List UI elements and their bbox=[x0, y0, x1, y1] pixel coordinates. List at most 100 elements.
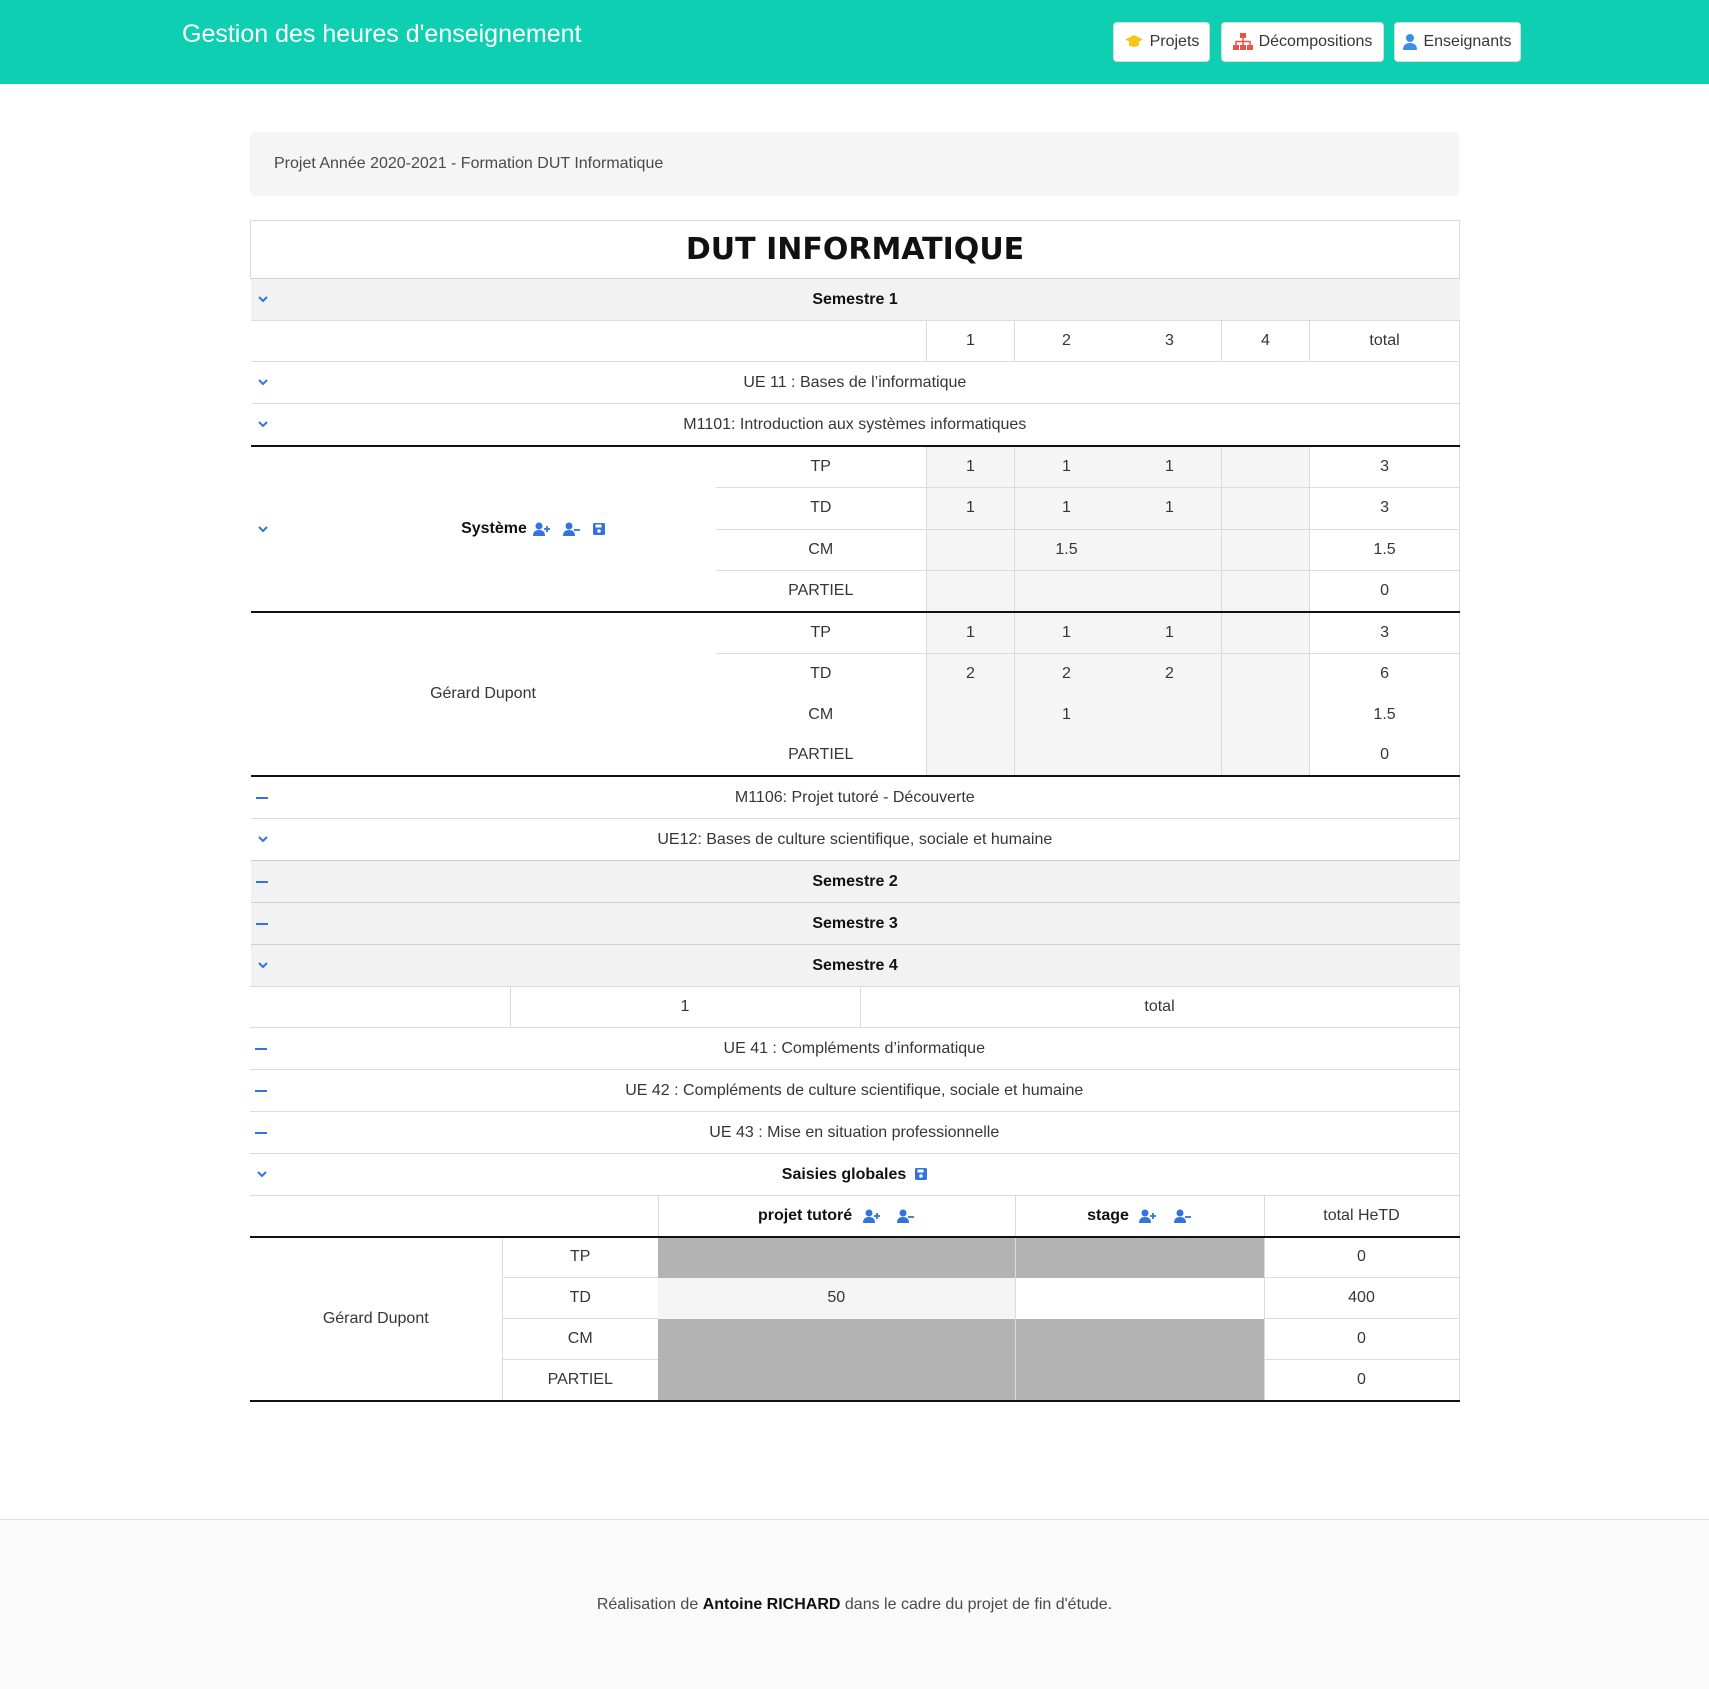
hours-cell[interactable] bbox=[1221, 652, 1310, 694]
chevron-down-icon[interactable] bbox=[256, 293, 270, 307]
chevron-down-icon[interactable] bbox=[256, 376, 270, 390]
collapse-minus-icon[interactable] bbox=[255, 1131, 267, 1134]
enseignant-name: Gérard Dupont bbox=[250, 1236, 503, 1402]
hours-cell[interactable]: 2 bbox=[1015, 665, 1118, 683]
chevron-down-icon[interactable] bbox=[256, 833, 270, 847]
type-label: TP bbox=[502, 1236, 658, 1278]
hours-cell[interactable] bbox=[926, 570, 1015, 613]
column-header: 4 bbox=[1221, 320, 1310, 362]
total-hetd-header: total HeTD bbox=[1263, 1195, 1460, 1238]
user-plus-icon[interactable] bbox=[862, 1209, 881, 1223]
hours-cell[interactable] bbox=[1221, 694, 1310, 735]
hours-cell[interactable]: 1 bbox=[1015, 706, 1118, 724]
type-label: PARTIEL bbox=[715, 570, 927, 613]
type-label: PARTIEL bbox=[715, 735, 927, 777]
app-title[interactable]: Gestion des heures d'enseignement bbox=[182, 20, 581, 49]
hours-cell[interactable] bbox=[1118, 706, 1221, 724]
hours-cell[interactable]: 1 bbox=[926, 487, 1015, 529]
ue-row: UE 42 : Compléments de culture scientifi… bbox=[250, 1069, 1460, 1112]
semestre-row: Semestre 2 bbox=[250, 860, 1460, 903]
hours-cell bbox=[658, 1318, 1016, 1360]
user-plus-icon[interactable] bbox=[532, 522, 551, 536]
hours-cell[interactable] bbox=[1221, 570, 1310, 613]
total-cell: 0 bbox=[1263, 1359, 1460, 1402]
column-header: 1 bbox=[926, 320, 1015, 362]
user-plus-icon[interactable] bbox=[1139, 1209, 1157, 1223]
hours-cell[interactable] bbox=[1221, 735, 1310, 777]
hours-cell[interactable] bbox=[1221, 612, 1310, 653]
collapse-minus-icon[interactable] bbox=[255, 880, 268, 883]
column-header: 1 bbox=[509, 986, 861, 1028]
hours-cell[interactable]: 1 bbox=[1118, 624, 1221, 642]
user-minus-icon[interactable] bbox=[897, 1209, 915, 1223]
nav-enseignants-button[interactable]: Enseignants bbox=[1394, 22, 1521, 62]
module-m1106-label: M1106: Projet tutoré - Découverte bbox=[734, 789, 975, 806]
collapse-minus-icon[interactable] bbox=[255, 1047, 267, 1050]
save-icon[interactable] bbox=[914, 1168, 927, 1180]
save-icon[interactable] bbox=[592, 523, 605, 535]
hours-cell[interactable]: 1 bbox=[1015, 499, 1118, 517]
hours-cell[interactable]: 2 bbox=[926, 652, 1015, 694]
chevron-down-icon[interactable] bbox=[256, 959, 270, 973]
formation-title: DUT INFORMATIQUE bbox=[249, 220, 1461, 279]
user-minus-icon[interactable] bbox=[1173, 1209, 1192, 1223]
hours-cell[interactable] bbox=[1118, 541, 1221, 559]
footer: Réalisation de Antoine RICHARD dans le c… bbox=[0, 1519, 1709, 1689]
collapse-minus-icon[interactable] bbox=[255, 922, 268, 925]
type-label: TD bbox=[715, 487, 927, 529]
column-header-row: 1 23 4 total bbox=[250, 320, 1461, 362]
chevron-down-icon[interactable] bbox=[255, 1168, 269, 1182]
module-row: M1106: Projet tutoré - Découverte bbox=[250, 775, 1461, 819]
type-label: TP bbox=[715, 445, 927, 488]
hours-cell[interactable]: 50 bbox=[658, 1277, 1016, 1319]
hours-cell[interactable]: 1 bbox=[1015, 624, 1118, 642]
saisies-data-row: Gérard Dupont TP 0 bbox=[250, 1236, 1460, 1402]
column-header: 2 bbox=[1062, 332, 1071, 349]
nav-projets-button[interactable]: Projets bbox=[1113, 22, 1210, 62]
hours-cell[interactable]: 1 bbox=[926, 612, 1015, 653]
hours-cell[interactable] bbox=[926, 735, 1015, 777]
collapse-minus-icon[interactable] bbox=[255, 1089, 267, 1092]
module-row: M1101: Introduction aux systèmes informa… bbox=[250, 403, 1461, 446]
ue-43-label: UE 43 : Mise en situation professionnell… bbox=[709, 1124, 1000, 1141]
nav-decompositions-button[interactable]: Décompositions bbox=[1221, 22, 1384, 62]
hours-cell[interactable] bbox=[926, 694, 1015, 735]
ue-row: UE 43 : Mise en situation professionnell… bbox=[250, 1111, 1460, 1154]
hours-cell bbox=[1015, 1359, 1264, 1402]
groupe-name: Système bbox=[461, 520, 527, 537]
heures-table: DUT INFORMATIQUE Semestre 1 1 23 4 total… bbox=[249, 220, 1461, 986]
hours-cell[interactable] bbox=[1015, 1278, 1264, 1319]
ue-42-label: UE 42 : Compléments de culture scientifi… bbox=[625, 1082, 1084, 1099]
hours-cell[interactable]: 1 bbox=[926, 445, 1015, 488]
hours-cell bbox=[658, 1359, 1016, 1402]
column-header: 3 bbox=[1165, 332, 1174, 349]
hours-cell[interactable] bbox=[1221, 445, 1310, 488]
collapse-minus-icon[interactable] bbox=[255, 796, 268, 799]
hours-cell[interactable] bbox=[1221, 487, 1310, 529]
semestre-2-label: Semestre 2 bbox=[812, 873, 898, 890]
type-label: TD bbox=[715, 652, 927, 694]
nav-decompositions-label: Décompositions bbox=[1258, 33, 1373, 50]
hours-cell bbox=[658, 1236, 1016, 1278]
semestre-row: Semestre 3 bbox=[250, 902, 1460, 945]
total-cell: 0 bbox=[1263, 1236, 1460, 1278]
chevron-down-icon[interactable] bbox=[256, 522, 270, 536]
footer-author: Antoine RICHARD bbox=[702, 1595, 841, 1613]
semestre-4-table: 1 total UE 41 : Compléments d’informatiq… bbox=[250, 986, 1460, 1195]
total-cell: 1.5 bbox=[1308, 694, 1461, 735]
navbar: Gestion des heures d'enseignement Projet… bbox=[0, 0, 1709, 84]
footer-suffix: dans le cadre du projet de fin d'étude. bbox=[844, 1595, 1113, 1613]
user-icon bbox=[1403, 34, 1418, 50]
hours-cell[interactable]: 1.5 bbox=[1015, 541, 1118, 559]
hours-cell[interactable]: 1 bbox=[1118, 458, 1221, 476]
type-label: CM bbox=[808, 705, 834, 723]
chevron-down-icon[interactable] bbox=[256, 418, 270, 432]
hours-cell[interactable] bbox=[926, 528, 1015, 571]
hours-cell bbox=[1015, 1318, 1264, 1360]
user-minus-icon[interactable] bbox=[562, 522, 581, 536]
hours-cell[interactable] bbox=[1221, 528, 1310, 571]
hours-cell[interactable]: 1 bbox=[1118, 499, 1221, 517]
hours-cell[interactable]: 2 bbox=[1118, 665, 1221, 683]
hours-cell[interactable]: 1 bbox=[1015, 458, 1118, 476]
total-cell: 0 bbox=[1308, 570, 1461, 613]
